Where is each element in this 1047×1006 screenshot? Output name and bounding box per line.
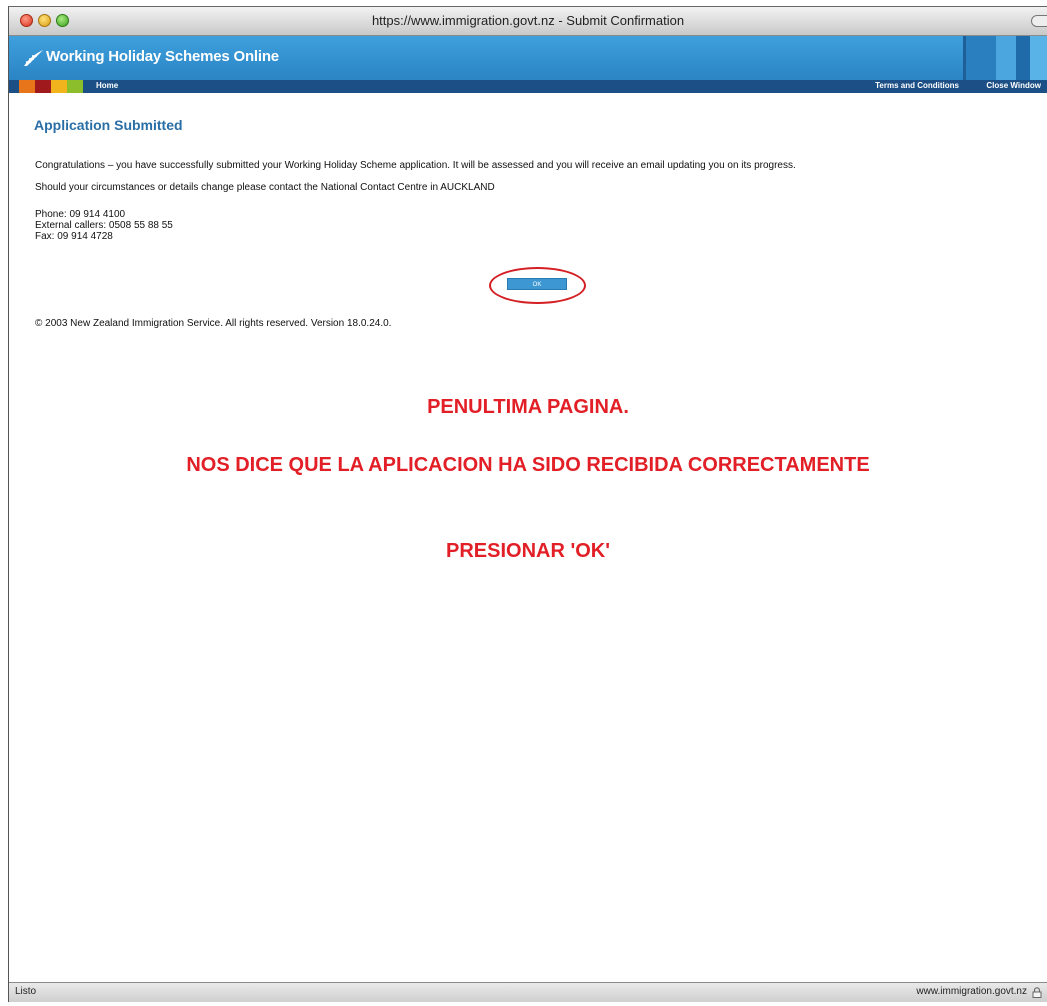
- title-bar: https://www.immigration.govt.nz - Submit…: [9, 7, 1047, 36]
- status-domain: www.immigration.govt.nz: [916, 986, 1027, 997]
- site-banner: Working Holiday Schemes Online: [9, 36, 1047, 80]
- brand-swatch: [51, 80, 67, 93]
- fax-text: Fax: 09 914 4728: [35, 231, 113, 242]
- brand-swatch: [67, 80, 83, 93]
- confirmation-text: Congratulations – you have successfully …: [35, 160, 796, 171]
- toolbar-toggle-button[interactable]: [1031, 15, 1047, 27]
- banner-decoration: [963, 36, 1047, 80]
- nav-terms-link[interactable]: Terms and Conditions: [875, 81, 959, 90]
- status-bar: Listo www.immigration.govt.nz: [9, 982, 1047, 1002]
- nav-bar: Home Terms and Conditions Close Window: [9, 80, 1047, 93]
- annotation-line-2: NOS DICE QUE LA APLICACION HA SIDO RECIB…: [186, 454, 870, 476]
- nav-close-window-link[interactable]: Close Window: [986, 81, 1041, 90]
- ok-button[interactable]: OK: [507, 278, 567, 290]
- copyright-text: © 2003 New Zealand Immigration Service. …: [35, 318, 392, 329]
- window-title: https://www.immigration.govt.nz - Submit…: [371, 13, 685, 28]
- site-brand-title: Working Holiday Schemes Online: [46, 48, 279, 65]
- lock-icon[interactable]: [1032, 987, 1042, 998]
- phone-text: Phone: 09 914 4100: [35, 209, 126, 220]
- browser-window: https://www.immigration.govt.nz - Submit…: [8, 6, 1047, 1002]
- brand-swatch: [19, 80, 35, 93]
- nav-home-link[interactable]: Home: [96, 81, 118, 90]
- ok-button-highlight: OK: [489, 267, 586, 304]
- fern-logo-icon: [24, 50, 43, 66]
- brand-swatch: [35, 80, 51, 93]
- external-callers-text: External callers: 0508 55 88 55: [35, 220, 173, 231]
- contact-instructions: Should your circumstances or details cha…: [35, 182, 495, 193]
- page-title: Application Submitted: [34, 117, 183, 133]
- annotation-line-1: PENULTIMA PAGINA.: [427, 396, 629, 418]
- status-text: Listo: [15, 986, 37, 997]
- annotation-line-3: PRESIONAR 'OK': [446, 540, 610, 562]
